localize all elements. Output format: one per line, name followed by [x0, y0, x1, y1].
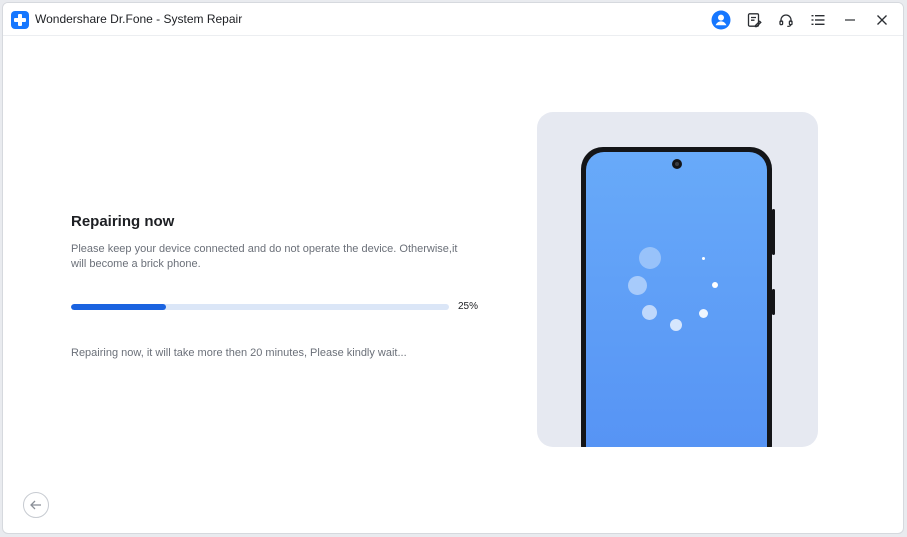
drfone-logo-icon — [11, 11, 29, 29]
repair-progress-bar — [71, 304, 449, 310]
phone-side-button — [772, 289, 775, 315]
page-title: Repairing now — [71, 213, 175, 230]
phone-side-button — [772, 209, 775, 255]
device-illustration — [537, 112, 818, 447]
loading-dot — [639, 247, 661, 269]
loading-dot — [670, 319, 682, 331]
window-title: Wondershare Dr.Fone - System Repair — [35, 12, 243, 26]
loading-dot — [702, 257, 705, 260]
feedback-icon[interactable] — [743, 9, 765, 31]
camera-icon — [672, 159, 682, 169]
close-icon[interactable] — [871, 9, 893, 31]
status-message: Repairing now, it will take more then 20… — [71, 347, 407, 359]
phone-screen — [586, 152, 767, 447]
phone-illustration — [581, 147, 775, 447]
app-window: Wondershare Dr.Fone - System Repair Repa… — [2, 2, 904, 534]
title-bar: Wondershare Dr.Fone - System Repair — [3, 3, 903, 36]
loading-dot — [642, 305, 657, 320]
minimize-icon[interactable] — [839, 9, 861, 31]
support-headset-icon[interactable] — [775, 9, 797, 31]
account-icon[interactable] — [710, 9, 732, 31]
loading-dot — [699, 309, 708, 318]
progress-percentage: 25% — [458, 301, 479, 312]
back-button[interactable] — [23, 492, 49, 518]
menu-icon[interactable] — [807, 9, 829, 31]
warning-description: Please keep your device connected and do… — [71, 243, 458, 270]
loading-dot — [628, 276, 647, 295]
repair-progress-fill — [71, 304, 166, 310]
loading-dot — [712, 282, 718, 288]
back-arrow-icon — [30, 500, 41, 510]
